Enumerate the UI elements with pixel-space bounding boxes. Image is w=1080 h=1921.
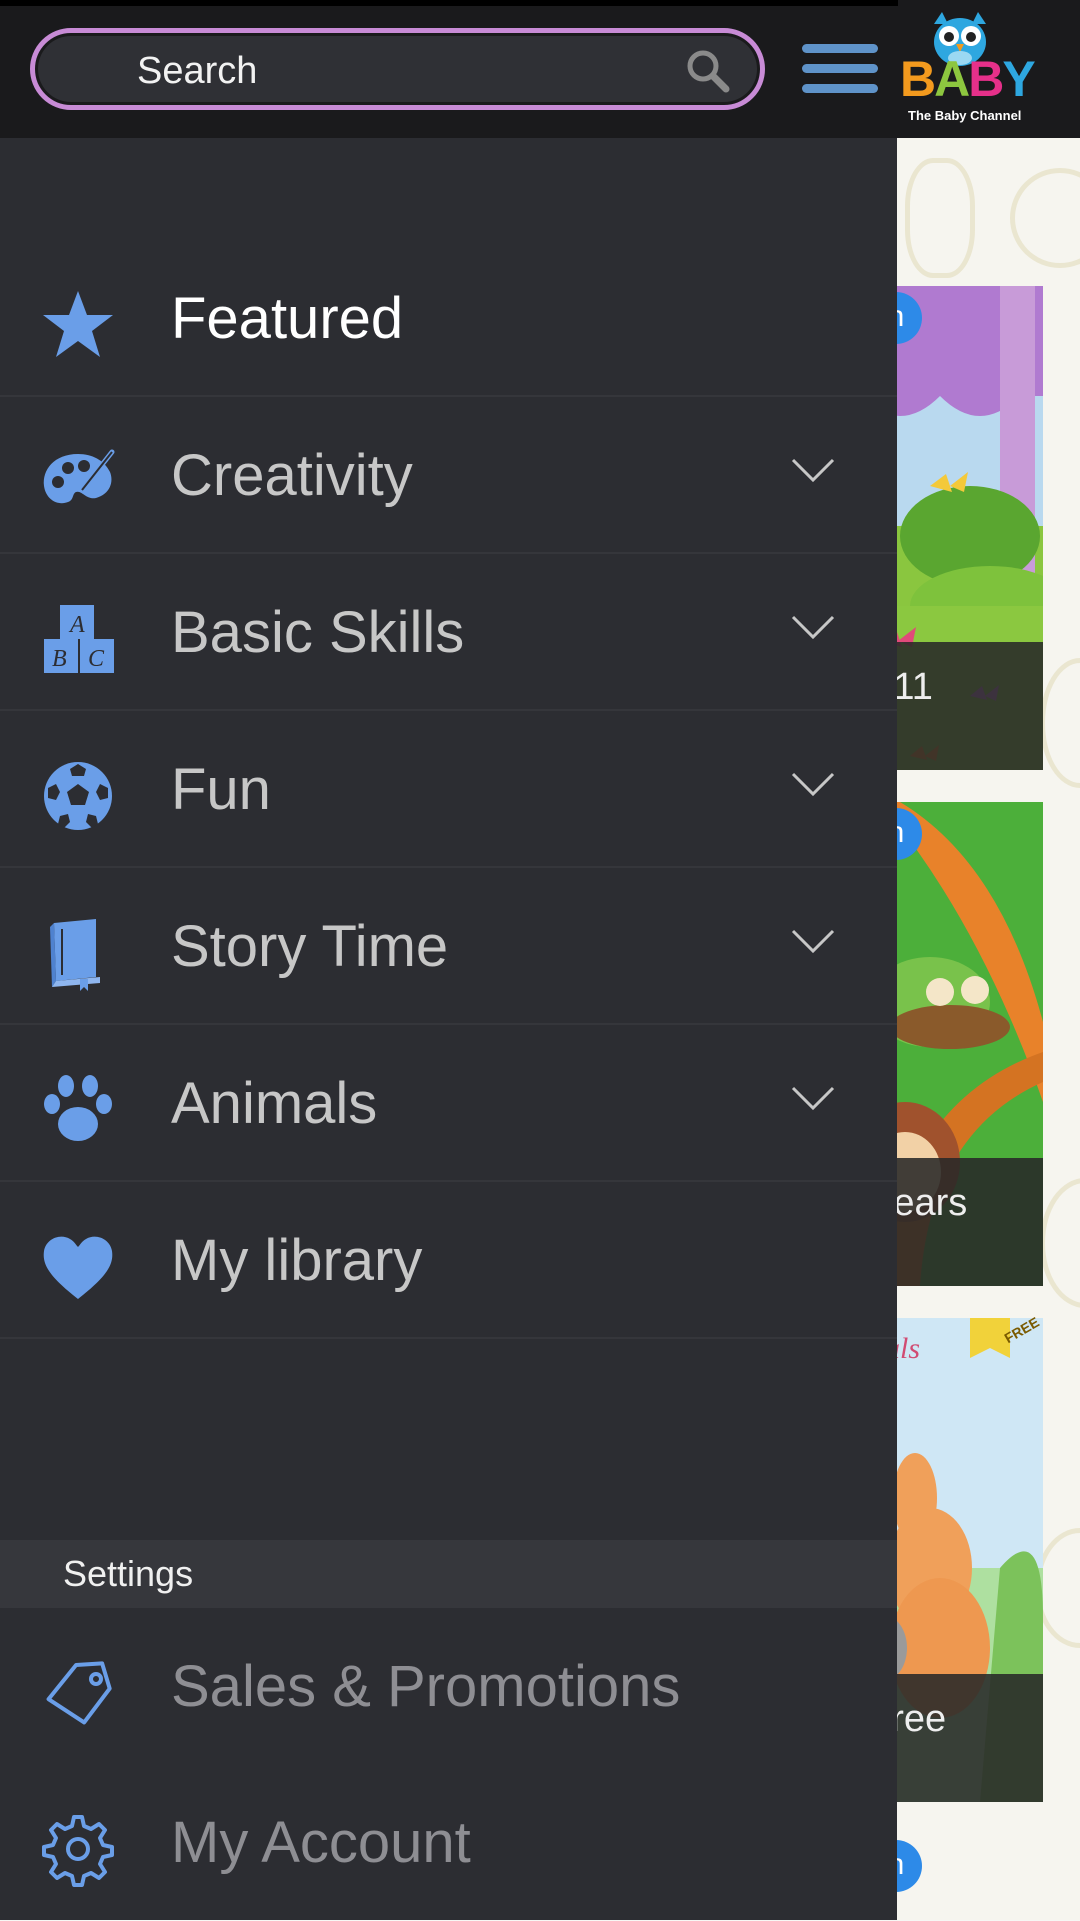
nav-item-fun[interactable]: Fun (0, 711, 897, 868)
top-bar: BABY The Baby Channel (0, 0, 1080, 138)
svg-text:C: C (88, 646, 105, 672)
status-strip (0, 0, 898, 6)
background-doodle (905, 158, 975, 278)
chevron-down-icon[interactable] (790, 926, 836, 956)
star-icon (43, 291, 113, 357)
nav-item-label: Story Time (171, 914, 449, 979)
menu-button[interactable] (802, 44, 878, 94)
heart-icon (43, 1236, 113, 1299)
svg-text:A: A (68, 612, 85, 638)
palette-icon (43, 449, 115, 504)
hamburger-icon (802, 44, 878, 53)
nav-item-basic-skills[interactable]: A B C Basic Skills (0, 554, 897, 711)
abc-blocks-icon: A B C (44, 605, 114, 673)
chevron-down-icon[interactable] (790, 1083, 836, 1113)
gear-icon (42, 1815, 114, 1887)
chevron-down-icon[interactable] (790, 612, 836, 642)
hamburger-icon (802, 84, 878, 93)
nav-item-featured[interactable]: Featured (0, 240, 897, 397)
nav-item-story-time[interactable]: Story Time (0, 868, 897, 1025)
logo-tagline: The Baby Channel (908, 108, 1022, 123)
soccer-ball-icon (44, 762, 112, 830)
svg-text:B: B (52, 646, 67, 672)
nav-item-label: My library (171, 1228, 423, 1293)
chevron-down-icon[interactable] (790, 769, 836, 799)
background-doodle (1040, 658, 1080, 788)
nav-item-label: Basic Skills (171, 600, 465, 665)
chevron-down-icon[interactable] (790, 455, 836, 485)
logo-wordmark: BABY (900, 51, 1036, 107)
nav-item-label: Creativity (171, 443, 413, 508)
book-icon (50, 919, 100, 991)
nav-item-label: Featured (171, 286, 404, 351)
settings-item-my-account[interactable]: My Account (0, 1764, 897, 1920)
nav-item-animals[interactable]: Animals (0, 1025, 897, 1182)
navigation-drawer: Featured Creativity A B C Basic Skills F… (0, 138, 897, 1920)
settings-item-sales-promotions[interactable]: Sales & Promotions (0, 1608, 897, 1764)
paw-icon (44, 1075, 112, 1141)
nav-item-my-library[interactable]: My library (0, 1182, 897, 1339)
settings-item-label: Sales & Promotions (171, 1654, 681, 1719)
nav-item-label: Animals (171, 1071, 378, 1136)
tag-icon (46, 1661, 112, 1725)
nav-item-creativity[interactable]: Creativity (0, 397, 897, 554)
nav-item-label: Fun (171, 757, 271, 822)
background-doodle (1010, 168, 1080, 268)
search-icon[interactable] (684, 47, 730, 93)
search-bar[interactable] (30, 28, 765, 110)
settings-section-header: Settings (0, 1540, 897, 1608)
settings-item-label: My Account (171, 1810, 471, 1875)
search-input[interactable] (135, 47, 659, 95)
background-doodle (1040, 1178, 1080, 1308)
settings-header-label: Settings (63, 1553, 194, 1594)
hamburger-icon (802, 64, 878, 73)
app-logo[interactable]: BABY The Baby Channel (898, 8, 1036, 128)
